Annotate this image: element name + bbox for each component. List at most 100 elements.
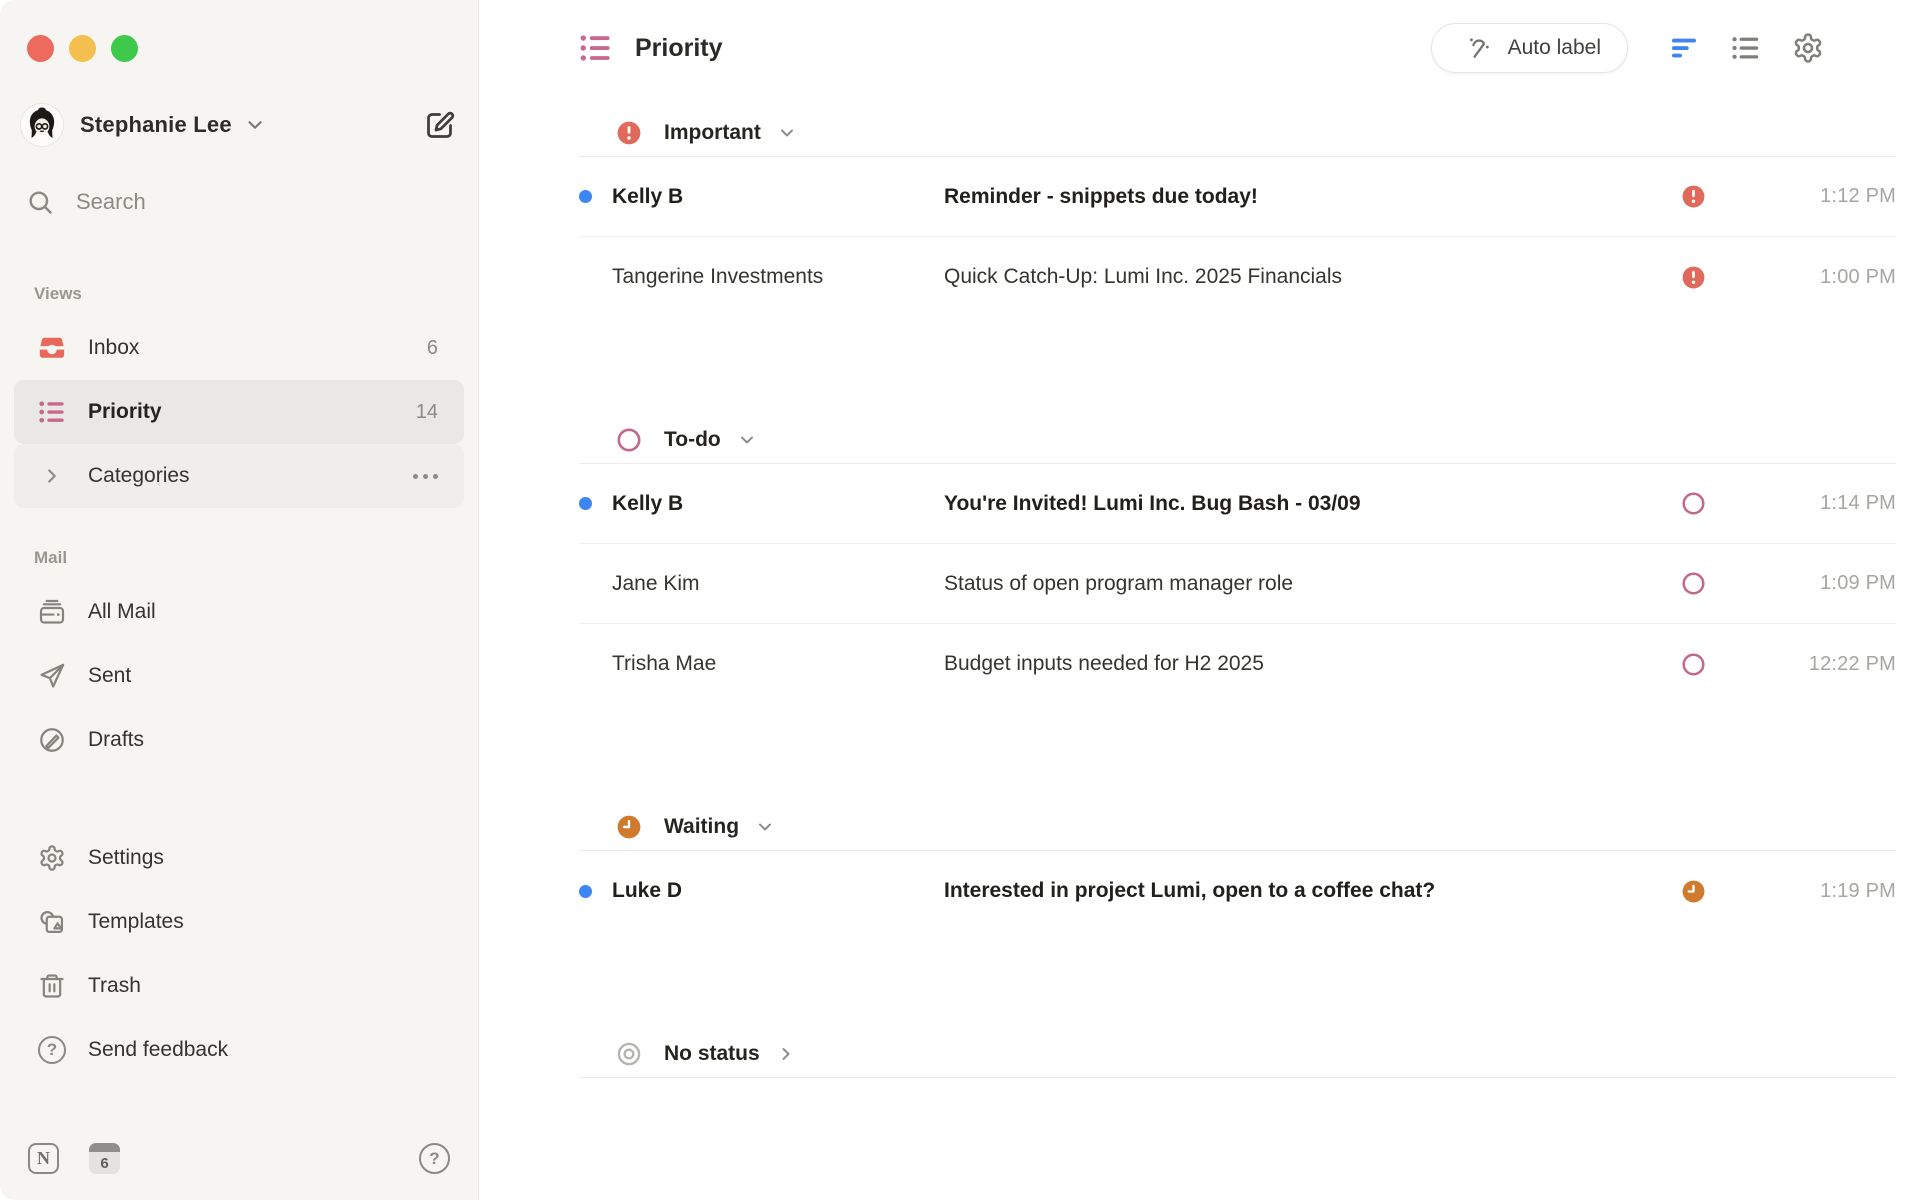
app-window: Stephanie Lee Search Views	[0, 0, 1920, 1200]
sidebar-item-label: Priority	[88, 400, 162, 424]
window-controls	[14, 0, 464, 62]
mail-section-label: Mail	[14, 548, 464, 568]
views-nav: Inbox 6 Priority 14 Categories	[14, 316, 464, 508]
section-important: Important Kelly B Reminder - snippets du…	[579, 110, 1896, 317]
todo-circle-icon[interactable]	[1680, 652, 1706, 677]
chevron-right-icon	[38, 465, 66, 487]
sender: Jane Kim	[612, 572, 944, 596]
waiting-clock-icon[interactable]	[1680, 879, 1706, 904]
sidebar-item-label: Templates	[88, 910, 184, 934]
subject: Budget inputs needed for H2 2025	[944, 652, 1680, 676]
help-button[interactable]: ?	[419, 1143, 450, 1174]
footer-nav: Settings Templates	[14, 826, 464, 1082]
notion-logo-icon[interactable]: N	[28, 1143, 59, 1174]
mail-nav: All Mail Sent Drafts	[14, 580, 464, 772]
toolbar: Auto label	[1431, 23, 1826, 73]
sidebar-item-label: Inbox	[88, 336, 139, 360]
todo-circle-icon[interactable]	[1680, 571, 1706, 596]
important-exclamation-icon[interactable]	[1680, 265, 1706, 290]
mail-row[interactable]: Trisha Mae Budget inputs needed for H2 2…	[579, 624, 1896, 704]
section-header-waiting[interactable]: Waiting	[579, 804, 1896, 851]
section-header-no-status[interactable]: No status	[579, 1031, 1896, 1078]
important-exclamation-icon[interactable]	[1680, 184, 1706, 209]
sender: Luke D	[612, 879, 944, 903]
chevron-right-icon	[776, 1044, 796, 1064]
section-header-important[interactable]: Important	[579, 110, 1896, 157]
sender: Tangerine Investments	[612, 265, 944, 289]
chevron-down-icon	[737, 430, 757, 450]
unread-dot	[579, 497, 592, 510]
sidebar-item-all-mail[interactable]: All Mail	[14, 580, 464, 644]
sidebar-item-drafts[interactable]: Drafts	[14, 708, 464, 772]
section-todo: To-do Kelly B You're Invited! Lumi Inc. …	[579, 417, 1896, 704]
sender: Kelly B	[612, 492, 944, 516]
auto-label-button[interactable]: Auto label	[1431, 23, 1628, 73]
sidebar-item-label: Send feedback	[88, 1038, 228, 1062]
mail-row[interactable]: Jane Kim Status of open program manager …	[579, 544, 1896, 624]
drafts-pencil-icon	[38, 726, 66, 754]
mail-row[interactable]: Tangerine Investments Quick Catch-Up: Lu…	[579, 237, 1896, 317]
chevron-down-icon	[777, 123, 797, 143]
filter-icon[interactable]	[1666, 30, 1702, 66]
zoom-window-button[interactable]	[111, 35, 138, 62]
calendar-icon[interactable]: 6	[89, 1143, 120, 1174]
timestamp: 1:00 PM	[1706, 266, 1896, 289]
list-settings-icon[interactable]	[1728, 30, 1764, 66]
section-no-status: No status	[579, 1031, 1896, 1078]
subject: Status of open program manager role	[944, 572, 1680, 596]
priority-count-badge: 14	[416, 401, 438, 424]
avatar	[20, 103, 64, 147]
sidebar-item-inbox[interactable]: Inbox 6	[14, 316, 464, 380]
sidebar-item-label: Sent	[88, 664, 131, 688]
subject: You're Invited! Lumi Inc. Bug Bash - 03/…	[944, 492, 1680, 516]
inbox-count-badge: 6	[427, 337, 438, 360]
sidebar-item-label: Categories	[88, 464, 190, 488]
search-input[interactable]: Search	[14, 182, 464, 222]
todo-circle-icon[interactable]	[1680, 491, 1706, 516]
unread-dot	[579, 190, 592, 203]
account-switcher[interactable]: Stephanie Lee	[14, 102, 464, 148]
sidebar-item-settings[interactable]: Settings	[14, 826, 464, 890]
trash-icon	[38, 972, 66, 1000]
minimize-window-button[interactable]	[69, 35, 96, 62]
timestamp: 1:12 PM	[1706, 185, 1896, 208]
priority-list-icon	[38, 398, 66, 426]
section-header-todo[interactable]: To-do	[579, 417, 1896, 464]
section-waiting: Waiting Luke D Interested in project Lum…	[579, 804, 1896, 931]
no-status-rings-icon	[616, 1041, 642, 1067]
mail-row[interactable]: Kelly B Reminder - snippets due today! 1…	[579, 157, 1896, 237]
mail-row[interactable]: Luke D Interested in project Lumi, open …	[579, 851, 1896, 931]
auto-label-wand-icon	[1467, 34, 1495, 62]
sidebar-item-label: Drafts	[88, 728, 144, 752]
auto-label-text: Auto label	[1508, 36, 1601, 60]
main-header: Priority Auto label	[579, 0, 1896, 96]
close-window-button[interactable]	[27, 35, 54, 62]
sidebar-item-templates[interactable]: Templates	[14, 890, 464, 954]
subject: Reminder - snippets due today!	[944, 185, 1680, 209]
sidebar-item-send-feedback[interactable]: ? Send feedback	[14, 1018, 464, 1082]
priority-list-icon	[579, 31, 613, 65]
timestamp: 1:09 PM	[1706, 572, 1896, 595]
compose-icon[interactable]	[421, 107, 457, 143]
important-exclamation-icon	[616, 120, 642, 146]
gear-icon[interactable]	[1790, 30, 1826, 66]
sidebar-item-categories[interactable]: Categories	[14, 444, 464, 508]
sidebar-item-trash[interactable]: Trash	[14, 954, 464, 1018]
search-icon	[26, 188, 54, 216]
sidebar-item-label: Settings	[88, 846, 164, 870]
sidebar-item-sent[interactable]: Sent	[14, 644, 464, 708]
inbox-icon	[38, 334, 66, 362]
chevron-down-icon	[755, 817, 775, 837]
chevron-down-icon	[244, 114, 266, 136]
more-options-icon[interactable]	[413, 474, 438, 479]
page-title: Priority	[635, 34, 723, 63]
sidebar-item-label: Trash	[88, 974, 141, 998]
user-name: Stephanie Lee	[80, 112, 232, 138]
sent-paper-plane-icon	[38, 662, 66, 690]
todo-circle-icon	[616, 427, 642, 453]
sender: Trisha Mae	[612, 652, 944, 676]
calendar-day: 6	[89, 1152, 120, 1174]
mail-row[interactable]: Kelly B You're Invited! Lumi Inc. Bug Ba…	[579, 464, 1896, 544]
timestamp: 12:22 PM	[1706, 653, 1896, 676]
sidebar-item-priority[interactable]: Priority 14	[14, 380, 464, 444]
